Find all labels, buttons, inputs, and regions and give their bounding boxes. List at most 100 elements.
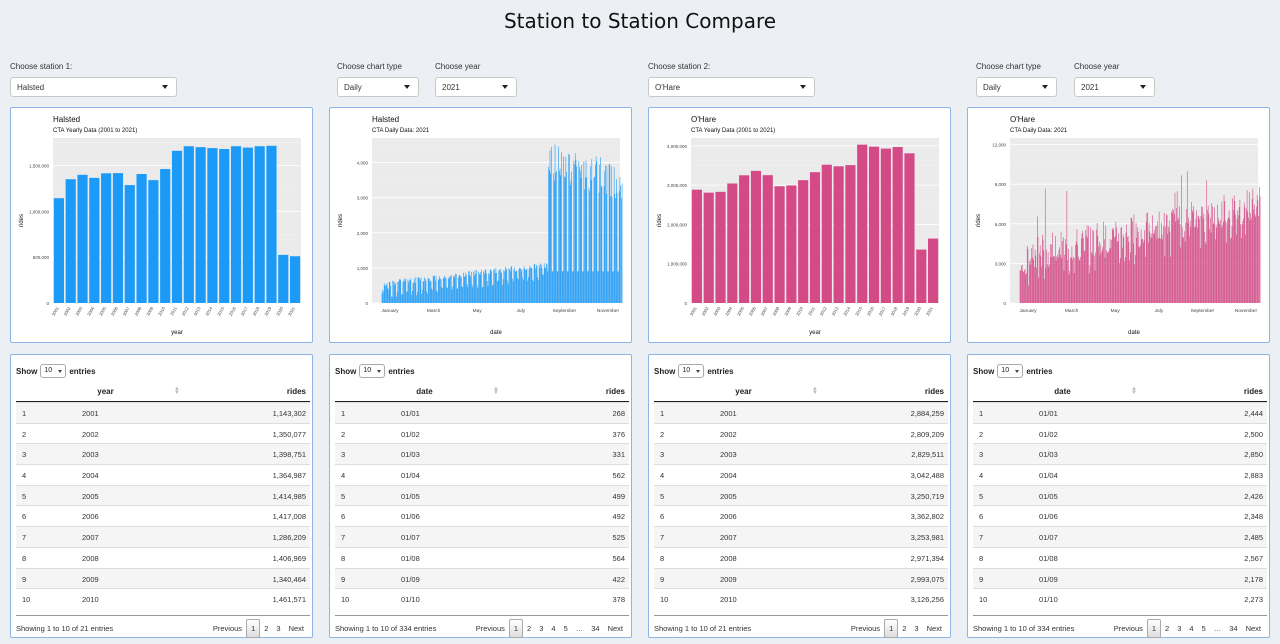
entries-length-select[interactable]: 10 bbox=[997, 364, 1024, 378]
row-rides: 376 bbox=[612, 429, 625, 439]
page-button-1[interactable]: 1 bbox=[884, 619, 899, 638]
bar-2012 bbox=[183, 146, 194, 303]
table-row: 5 2005 1,414,985 bbox=[16, 484, 310, 506]
page-button-3[interactable]: 3 bbox=[272, 620, 284, 637]
page-button-5[interactable]: 5 bbox=[1198, 620, 1210, 637]
year-label-1: Choose year bbox=[435, 62, 481, 71]
x-tick-label: 2021 bbox=[925, 305, 934, 316]
x-tick-label: March bbox=[427, 308, 441, 314]
page-button-3[interactable]: 3 bbox=[1173, 620, 1185, 637]
page-button-1[interactable]: 1 bbox=[1146, 619, 1162, 638]
row-rides: 2,829,511 bbox=[911, 450, 944, 460]
table-panel-station2-yearly: Show 10 entries year ▲ ▼ rides 1 2001 2,884,259 2 2… bbox=[648, 354, 951, 638]
row-year: 2007 bbox=[720, 533, 737, 543]
column-header-date[interactable]: date bbox=[402, 387, 447, 396]
column-header-date[interactable]: date bbox=[1040, 387, 1085, 396]
page-button-3[interactable]: 3 bbox=[535, 620, 547, 637]
page-button-2[interactable]: 2 bbox=[260, 620, 272, 637]
x-tick-label: 2007 bbox=[122, 305, 131, 316]
table-row: 4 2004 1,364,987 bbox=[16, 464, 310, 485]
sort-icon[interactable]: ▲ ▼ bbox=[812, 386, 818, 396]
page-button-4[interactable]: 4 bbox=[547, 620, 559, 637]
sort-icon[interactable]: ▲ ▼ bbox=[174, 386, 180, 396]
chart-type-label-2: Choose chart type bbox=[976, 62, 1041, 71]
row-rides: 525 bbox=[612, 533, 625, 543]
bar-2019 bbox=[266, 145, 277, 303]
row-year: 2004 bbox=[720, 471, 737, 481]
row-index: 1 bbox=[341, 409, 346, 418]
station2-select[interactable]: O'Hare bbox=[648, 77, 815, 97]
row-year: 2005 bbox=[720, 491, 737, 501]
previous-button[interactable]: Previous bbox=[847, 620, 884, 637]
column-header-rides[interactable]: rides bbox=[606, 387, 625, 396]
previous-button[interactable]: Previous bbox=[209, 620, 246, 637]
entries-length-value: 10 bbox=[1001, 367, 1010, 374]
page-button-1[interactable]: 1 bbox=[508, 619, 524, 638]
x-tick-label: 2020 bbox=[275, 305, 284, 316]
bar-2012 bbox=[821, 164, 832, 303]
column-header-rides[interactable]: rides bbox=[287, 387, 306, 396]
row-year: 2008 bbox=[720, 553, 737, 563]
pagination: Previous 1 2 3 4 5… 34 Next bbox=[1110, 619, 1265, 638]
column-header-year[interactable]: year bbox=[721, 387, 766, 396]
entries-length-select[interactable]: 10 bbox=[678, 364, 705, 378]
row-rides: 1,398,751 bbox=[272, 450, 306, 460]
row-index: 1 bbox=[22, 409, 27, 418]
bar-2011 bbox=[171, 150, 183, 303]
row-year: 2008 bbox=[82, 553, 99, 563]
entries-length-select[interactable]: 10 bbox=[359, 364, 386, 378]
row-date: 01/07 bbox=[401, 533, 420, 543]
previous-button[interactable]: Previous bbox=[472, 620, 509, 637]
column-header-rides[interactable]: rides bbox=[1244, 387, 1263, 396]
x-tick-label: January bbox=[381, 308, 399, 314]
column-header-year[interactable]: year bbox=[83, 387, 128, 396]
row-index: 9 bbox=[341, 574, 346, 584]
page-button-34[interactable]: 34 bbox=[587, 620, 603, 637]
page-button-2[interactable]: 2 bbox=[898, 620, 910, 637]
x-tick-label: 2006 bbox=[110, 305, 119, 316]
column-header-rides[interactable]: rides bbox=[925, 387, 944, 396]
next-button[interactable]: Next bbox=[1242, 620, 1265, 637]
x-tick-label: July bbox=[517, 308, 526, 314]
chevron-down-icon bbox=[696, 370, 701, 373]
bar-2007 bbox=[762, 175, 773, 303]
next-button[interactable]: Next bbox=[285, 620, 308, 637]
row-rides: 2,884,259 bbox=[910, 409, 944, 418]
sort-icon[interactable]: ▲ ▼ bbox=[493, 386, 499, 396]
row-index: 8 bbox=[22, 553, 27, 563]
page-button-2[interactable]: 2 bbox=[1161, 620, 1173, 637]
page-button-5[interactable]: 5 bbox=[560, 620, 572, 637]
station2-label: Choose station 2: bbox=[648, 62, 711, 71]
row-year: 2001 bbox=[720, 409, 737, 418]
x-tick-label: 2004 bbox=[724, 305, 733, 316]
x-tick-label: 2006 bbox=[748, 305, 757, 316]
page-button-3[interactable]: 3 bbox=[910, 620, 922, 637]
previous-button[interactable]: Previous bbox=[1110, 620, 1147, 637]
x-tick-label: 2003 bbox=[712, 305, 721, 316]
bar-2002 bbox=[703, 192, 714, 303]
pagination: Previous 1 2 3 Next bbox=[209, 619, 308, 638]
yearly-bar-chart-station2: O'Hare CTA Yearly Data (2001 to 2021) 0 1,0… bbox=[657, 115, 939, 336]
table-row: 10 2010 1,461,571 bbox=[16, 588, 310, 609]
entries-length-select[interactable]: 10 bbox=[40, 364, 67, 378]
chevron-down-icon bbox=[404, 85, 410, 89]
table-info: Showing 1 to 10 of 334 entries bbox=[973, 624, 1075, 633]
year-select-2[interactable]: 2021 bbox=[1074, 77, 1155, 97]
page-button-2[interactable]: 2 bbox=[523, 620, 535, 637]
table-footer: Showing 1 to 10 of 21 entries Previous 1 2 3… bbox=[654, 615, 948, 638]
row-rides: 2,993,075 bbox=[910, 574, 944, 584]
row-date: 01/08 bbox=[1039, 553, 1058, 563]
next-button[interactable]: Next bbox=[604, 620, 627, 637]
chart-type-select-2[interactable]: Daily bbox=[976, 77, 1057, 97]
page-button-4[interactable]: 4 bbox=[1185, 620, 1197, 637]
bar-2018 bbox=[892, 147, 903, 303]
page-button-34[interactable]: 34 bbox=[1225, 620, 1241, 637]
sort-icon[interactable]: ▲ ▼ bbox=[1131, 386, 1137, 396]
next-button[interactable]: Next bbox=[923, 620, 946, 637]
station1-select[interactable]: Halsted bbox=[10, 77, 177, 97]
year-select-1[interactable]: 2021 bbox=[435, 77, 517, 97]
page-button-1[interactable]: 1 bbox=[246, 619, 261, 638]
row-year: 2010 bbox=[82, 595, 99, 605]
chart-type-select-1[interactable]: Daily bbox=[337, 77, 419, 97]
table-row: 9 01/09 2,178 bbox=[973, 567, 1267, 589]
